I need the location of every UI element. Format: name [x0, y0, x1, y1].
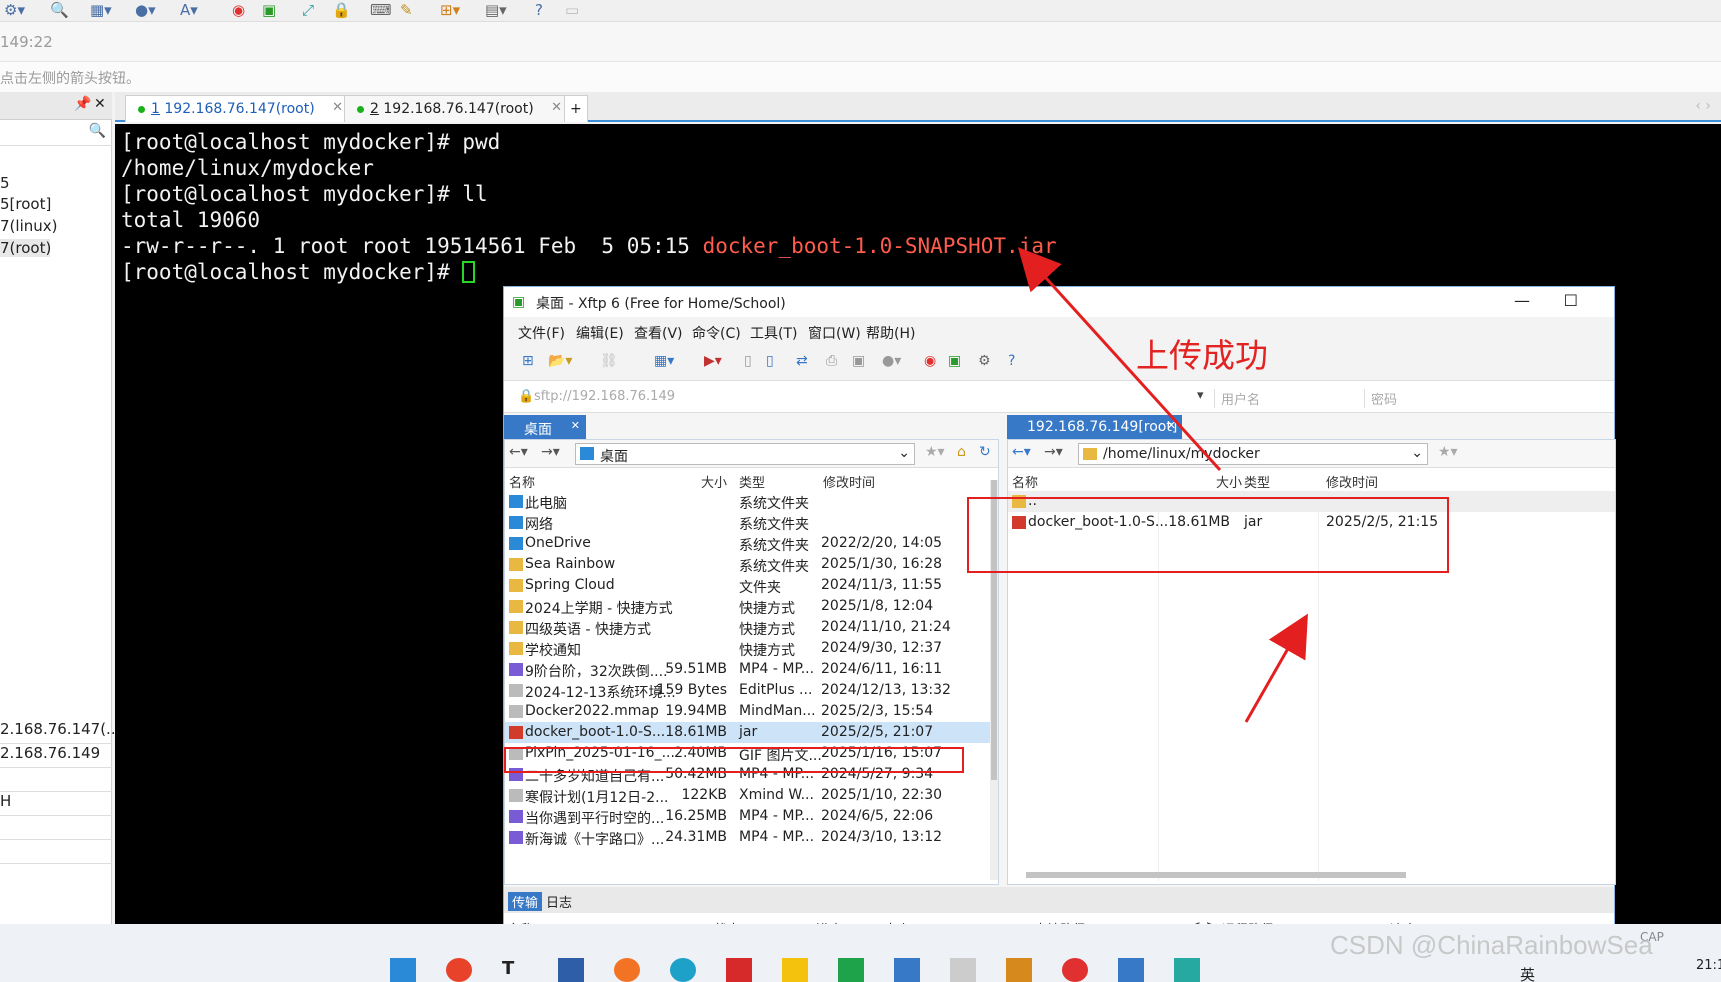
xshell-icon[interactable]	[1062, 958, 1088, 982]
app-icon[interactable]	[1006, 958, 1032, 982]
clock: 21:1	[1696, 958, 1721, 973]
taskbar-icons: T	[390, 958, 1290, 982]
firefox-icon[interactable]	[614, 958, 640, 982]
music-icon[interactable]	[726, 958, 752, 982]
edge-icon[interactable]	[670, 958, 696, 982]
arrow-to-terminal	[1017, 247, 1222, 472]
notepad-icon[interactable]	[950, 958, 976, 982]
chrome-icon[interactable]	[446, 958, 472, 982]
text-app-icon[interactable]: T	[502, 958, 528, 982]
save-app-icon[interactable]	[558, 958, 584, 982]
watermark: CSDN @ChinaRainbowSea	[1330, 930, 1653, 960]
todo-icon[interactable]	[894, 958, 920, 982]
app-icon[interactable]	[782, 958, 808, 982]
arrow-to-remote	[1244, 613, 1308, 723]
annotation-arrows	[1017, 247, 1308, 723]
ime-indicator[interactable]: 英	[1520, 964, 1535, 982]
app-icon[interactable]	[1174, 958, 1200, 982]
app-icon[interactable]	[838, 958, 864, 982]
start-icon[interactable]	[390, 958, 416, 982]
app-icon[interactable]	[1118, 958, 1144, 982]
